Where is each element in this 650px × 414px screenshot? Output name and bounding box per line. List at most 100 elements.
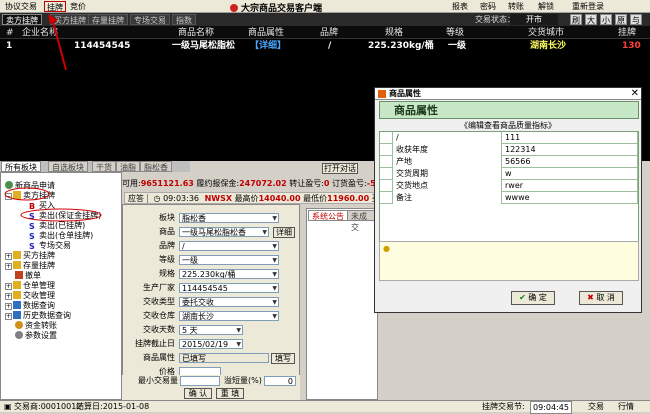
tab-custom-sections[interactable]: 自选板块 xyxy=(48,161,88,172)
col-brand[interactable]: 品牌 xyxy=(320,27,338,39)
nav-tree: 新商品申请 − 卖方挂牌 B 买入 S 卖出(保证金挂牌) S 卖出(已挂牌) S 卖出(… xyxy=(0,172,122,400)
tab-system-notice[interactable]: 系统公告 xyxy=(308,210,348,221)
dialog-note-area[interactable]: ● xyxy=(379,241,639,281)
dialog-title: 商品属性 xyxy=(389,89,421,98)
table-row[interactable]: 产地 56566 xyxy=(380,156,638,168)
menu-item-auction[interactable]: 竞价 xyxy=(68,1,88,12)
menu-report[interactable]: 报表 xyxy=(452,1,468,12)
table-row[interactable]: /111 xyxy=(380,132,638,144)
menu-password[interactable]: 密码 xyxy=(480,1,496,12)
tab-answer[interactable]: 应答 xyxy=(125,194,148,203)
tab-special[interactable]: 专场交易 xyxy=(130,14,170,25)
attr-value-input[interactable]: wwwe xyxy=(502,192,638,204)
tree-item-special[interactable]: S 专场交易 xyxy=(29,241,71,251)
col-listing[interactable]: 挂牌 xyxy=(618,27,636,39)
database-icon xyxy=(13,311,21,319)
table-row[interactable]: 备注 wwwe xyxy=(380,192,638,204)
menu-relogin[interactable]: 重新登录 xyxy=(572,1,604,12)
col-grade[interactable]: 等级 xyxy=(446,27,464,39)
sell-icon: S xyxy=(29,242,35,251)
tree-item-stock-listing[interactable]: + 存量挂牌 xyxy=(5,261,55,271)
tree-item-cancel[interactable]: 撤单 xyxy=(15,271,41,281)
row-attr-link[interactable]: 【详细】 xyxy=(250,40,286,52)
attr-value-input[interactable]: 111 xyxy=(502,132,638,144)
expand-icon[interactable]: + xyxy=(5,303,12,310)
tab-seller-listing[interactable]: 卖方挂牌 xyxy=(2,14,42,25)
attr-value-input[interactable]: rwer xyxy=(502,180,638,192)
grade-select[interactable]: 一级 xyxy=(179,255,279,265)
detail-button[interactable]: 详细 xyxy=(273,227,295,238)
dialog-titlebar[interactable]: 商品属性 ✕ xyxy=(375,88,641,100)
delivery-type-select[interactable]: 委托交收 xyxy=(179,297,279,307)
tree-item-warrant-mgmt[interactable]: + 仓单管理 xyxy=(5,281,55,291)
spec-select[interactable]: 225.230kg/桶 xyxy=(179,269,279,279)
menu-unlock[interactable]: 解锁 xyxy=(538,1,554,12)
menu-transfer[interactable]: 转账 xyxy=(508,1,524,12)
attr-value-input[interactable]: w xyxy=(502,168,638,180)
product-select[interactable]: 一级马尾松脂松香 xyxy=(179,227,269,237)
open-dialog-button[interactable]: 打开对话 xyxy=(322,163,358,174)
delivery-days-select[interactable]: 5 天 xyxy=(179,325,243,335)
table-row[interactable]: 交货地点 rwer xyxy=(380,180,638,192)
deadline-date-input[interactable]: 2015/02/19 xyxy=(179,339,243,349)
col-city[interactable]: 交货城市 xyxy=(528,27,564,39)
tab-dry-goods[interactable]: 干货 xyxy=(92,161,116,172)
reset-button[interactable]: 重 填 xyxy=(216,388,244,399)
expand-icon[interactable]: + xyxy=(5,253,12,260)
col-attr[interactable]: 商品属性 xyxy=(248,27,284,39)
warehouse-select[interactable]: 湖南长沙 xyxy=(179,311,279,321)
tree-item-history-query[interactable]: + 历史数据查询 xyxy=(5,311,71,321)
lightbulb-icon: ● xyxy=(383,244,390,253)
expand-icon[interactable]: + xyxy=(5,313,12,320)
menu-item-protocol[interactable]: 协议交易 xyxy=(3,1,39,12)
low-price: 11960.00 xyxy=(327,194,370,203)
tree-item-fund-transfer[interactable]: 资金转账 xyxy=(15,321,57,331)
close-icon[interactable]: ✕ xyxy=(631,88,639,100)
table-row[interactable]: 交货周期 w xyxy=(380,168,638,180)
col-spec[interactable]: 规格 xyxy=(385,27,403,39)
tree-item-delivery-mgmt[interactable]: + 交收管理 xyxy=(5,291,55,301)
expand-icon[interactable]: + xyxy=(5,293,12,300)
table-row[interactable]: 收获年度 122314 xyxy=(380,144,638,156)
min-qty-input[interactable] xyxy=(180,376,220,386)
col-index: # xyxy=(6,28,14,38)
annotation-ellipse-icon xyxy=(4,187,102,222)
price-time: 09:03:36 xyxy=(163,194,200,203)
tab-oil[interactable]: 油脂 xyxy=(116,161,140,172)
section-select[interactable]: 脂松香 xyxy=(179,213,279,223)
trade-state-label: 交易状态： xyxy=(475,15,515,24)
tab-index[interactable]: 指数 xyxy=(172,14,196,25)
tab-all-sections[interactable]: 所有板块 xyxy=(1,161,41,172)
status-bar: ▣ 交易商:00010012 结算日:2015-01-08 挂牌交易节: 09:… xyxy=(0,400,650,414)
tab-stock-listing[interactable]: 存量挂牌 xyxy=(88,14,128,25)
refresh-button[interactable]: 刷 xyxy=(570,14,582,25)
tree-item-buyer-listing[interactable]: + 买方挂牌 xyxy=(5,251,55,261)
menu-item-listing[interactable]: 挂牌 xyxy=(44,1,66,12)
tree-item-data-query[interactable]: + 数据查询 xyxy=(5,301,55,311)
status-icon: ▣ xyxy=(4,402,12,411)
original-button[interactable]: 原 xyxy=(615,14,627,25)
overflow-input[interactable]: 0 xyxy=(264,376,296,386)
fill-button[interactable]: 填写 xyxy=(271,353,295,364)
brand-select[interactable]: / xyxy=(179,241,279,251)
col-product[interactable]: 商品名称 xyxy=(178,27,214,39)
tree-item-params[interactable]: 参数设置 xyxy=(15,331,57,341)
check-icon: ✔ xyxy=(519,293,526,302)
big-button[interactable]: 大 xyxy=(585,14,597,25)
tab-unfilled[interactable]: 未成交 xyxy=(347,210,377,232)
folder-icon xyxy=(13,291,21,299)
manufacturer-select[interactable]: 114454545 xyxy=(179,283,279,293)
x-icon: ✖ xyxy=(587,293,594,302)
expand-icon[interactable]: + xyxy=(5,263,12,270)
ok-button[interactable]: ✔ 确 定 xyxy=(511,291,555,305)
high-price: 14040.00 xyxy=(258,194,301,203)
cancel-button[interactable]: ✖ 取 消 xyxy=(579,291,623,305)
left-tabs: 所有板块 自选板块 干货 油脂 脂松香 xyxy=(0,161,190,172)
and-button[interactable]: 与 xyxy=(630,14,642,25)
tab-rosin[interactable]: 脂松香 xyxy=(140,161,172,172)
attr-value-input[interactable]: 56566 xyxy=(502,156,638,168)
attr-value-input[interactable]: 122314 xyxy=(502,144,638,156)
expand-icon[interactable]: + xyxy=(5,283,12,290)
small-button[interactable]: 小 xyxy=(600,14,612,25)
confirm-button[interactable]: 确 认 xyxy=(184,388,212,399)
